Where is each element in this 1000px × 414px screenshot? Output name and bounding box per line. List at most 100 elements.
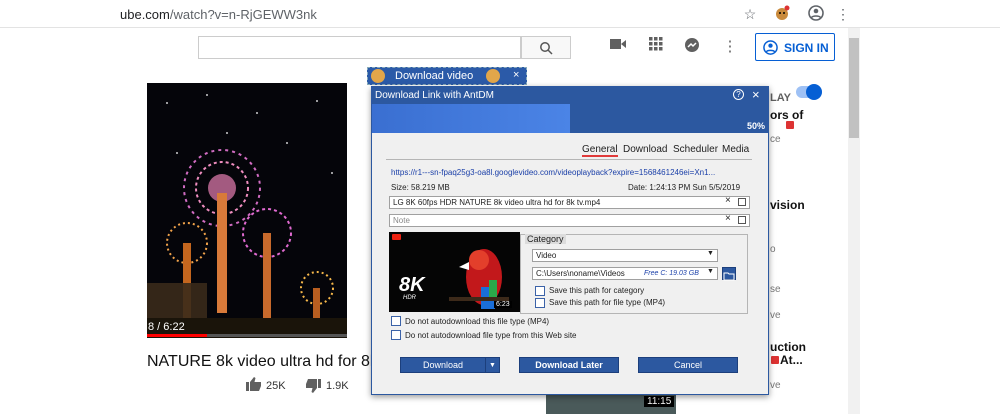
dialog-titlebar[interactable]: Download Link with AntDM ? ×: [372, 87, 768, 104]
side-video-meta: ve: [770, 380, 781, 391]
download-dropdown-button[interactable]: ▼: [485, 357, 500, 373]
close-icon[interactable]: ×: [513, 69, 519, 81]
account-circle-icon: [763, 40, 778, 55]
filename-field[interactable]: LG 8K 60fps HDR NATURE 8k video ultra hd…: [389, 196, 750, 209]
download-later-button[interactable]: Download Later: [519, 357, 619, 373]
video-camera-icon[interactable]: [608, 37, 628, 57]
no-autodownload-site-label: Do not autodownload file type from this …: [405, 331, 577, 340]
clear-icon[interactable]: ×: [725, 213, 731, 224]
chevron-down-icon: ▼: [707, 250, 714, 257]
note-edit-icon[interactable]: [738, 216, 746, 224]
download-dialog: Download Link with AntDM ? × 50% General…: [371, 86, 769, 395]
side-video-title[interactable]: uction: [770, 340, 806, 354]
search-button[interactable]: [521, 36, 571, 59]
side-video-meta: ce: [770, 134, 781, 145]
antdm-logo-icon: [486, 69, 500, 83]
dislike-count: 1.9K: [326, 380, 349, 392]
thumbnail-duration: 11:15: [644, 396, 675, 407]
category-value: Video: [536, 251, 557, 260]
save-path-type-label: Save this path for file type (MP4): [549, 298, 666, 307]
progress-percent: 50%: [746, 121, 765, 131]
tab-divider: [386, 159, 752, 160]
video-frame-image: [147, 83, 347, 338]
video-player[interactable]: [147, 83, 347, 338]
progress-fill: [372, 104, 570, 133]
side-video-title[interactable]: vision: [770, 198, 805, 212]
scrollbar-thumb[interactable]: [849, 38, 859, 138]
cancel-button[interactable]: Cancel: [638, 357, 738, 373]
download-url[interactable]: https://r1---sn-fpaq25g3-oa8l.googlevide…: [391, 168, 761, 177]
kebab-menu-icon[interactable]: ⋮: [834, 5, 852, 23]
side-video-meta: o: [770, 244, 776, 255]
sign-in-button[interactable]: SIGN IN: [755, 33, 835, 61]
side-video-title[interactable]: At...: [780, 353, 803, 367]
save-path-category-label: Save this path for category: [549, 286, 645, 295]
settings-menu-icon[interactable]: ⋮: [720, 37, 740, 57]
apps-grid-icon[interactable]: [646, 37, 666, 57]
tab-download[interactable]: Download: [623, 144, 667, 155]
download-progress-banner: 50%: [372, 104, 768, 133]
thumbnail-badge-sub: HDR: [403, 295, 416, 301]
tab-scheduler[interactable]: Scheduler: [673, 144, 718, 155]
folder-icon[interactable]: [738, 198, 746, 206]
messages-icon[interactable]: [682, 37, 702, 57]
no-autodownload-type-label: Do not autodownload this file type (MP4): [405, 317, 550, 326]
download-button[interactable]: Download: [400, 357, 486, 373]
download-later-label: Download Later: [535, 360, 603, 370]
hd-badge-icon: [771, 356, 779, 364]
no-autodownload-site-checkbox[interactable]: [391, 330, 401, 340]
category-select[interactable]: Video: [532, 249, 718, 262]
file-size: Size: 58.219 MB: [391, 183, 450, 192]
download-button-label: Download: [422, 360, 464, 370]
tab-general[interactable]: General: [582, 144, 618, 155]
dialog-title: Download Link with AntDM: [375, 90, 494, 101]
search-input[interactable]: [198, 36, 521, 59]
side-video-meta: se: [770, 284, 781, 295]
side-video-title[interactable]: ors of: [770, 108, 803, 122]
side-video-meta: ve: [770, 310, 781, 321]
star-icon[interactable]: ☆: [741, 5, 759, 23]
no-autodownload-type-checkbox[interactable]: [391, 316, 401, 326]
thumbnail-duration: 6:23: [494, 301, 512, 308]
sign-in-label: SIGN IN: [784, 41, 829, 55]
help-icon[interactable]: ?: [733, 89, 744, 100]
autoplay-toggle[interactable]: [796, 84, 822, 100]
url-path: /watch?v=n-RjGEWW3nk: [169, 7, 317, 22]
thumbnail-badge: 8K: [399, 274, 425, 296]
category-label: Category: [525, 234, 566, 244]
video-thumbnail: 8K HDR 6:23: [389, 232, 520, 312]
chevron-down-icon: ▼: [707, 268, 714, 275]
browser-toolbar: ube.com/watch?v=n-RjGEWW3nk ☆ ⋮: [0, 0, 1000, 28]
save-path-category-checkbox[interactable]: [535, 286, 545, 296]
clear-icon[interactable]: ×: [725, 195, 731, 206]
folder-icon: [723, 272, 735, 281]
tab-media[interactable]: Media: [722, 144, 749, 155]
filename-value: LG 8K 60fps HDR NATURE 8k video ultra hd…: [393, 198, 601, 207]
file-date: Date: 1:24:13 PM Sun 5/5/2019: [628, 183, 741, 192]
thumbs-down-icon[interactable]: [305, 379, 321, 398]
download-video-label: Download video: [395, 70, 474, 82]
hd-badge-icon: [786, 121, 794, 129]
active-tab-underline: [582, 155, 618, 157]
save-path-type-checkbox[interactable]: [535, 298, 545, 308]
antdm-logo-icon: [371, 69, 385, 83]
account-icon[interactable]: [807, 5, 825, 23]
puzzle-icon[interactable]: [773, 5, 791, 23]
address-bar[interactable]: ube.com/watch?v=n-RjGEWW3nk: [120, 7, 317, 22]
video-time: 8 / 6:22: [148, 321, 185, 333]
note-field[interactable]: Note: [389, 214, 750, 227]
cancel-label: Cancel: [673, 360, 702, 370]
chevron-down-icon: ▼: [489, 362, 496, 369]
download-video-panel[interactable]: Download video ×: [367, 67, 527, 85]
youtube-logo-icon: [392, 234, 401, 240]
close-icon[interactable]: ×: [752, 87, 760, 102]
autoplay-label: LAY: [770, 92, 791, 104]
browse-folder-button[interactable]: [722, 267, 736, 281]
video-title: NATURE 8k video ultra hd for 8k tv: [147, 353, 395, 370]
thumbs-up-icon[interactable]: [246, 377, 262, 396]
path-value: C:\Users\noname\Videos: [536, 269, 625, 278]
side-video-thumbnail[interactable]: 11:15: [546, 392, 676, 414]
note-placeholder: Note: [393, 216, 410, 225]
search-icon: [540, 42, 553, 55]
free-space: Free C: 19.03 GB: [644, 270, 699, 277]
